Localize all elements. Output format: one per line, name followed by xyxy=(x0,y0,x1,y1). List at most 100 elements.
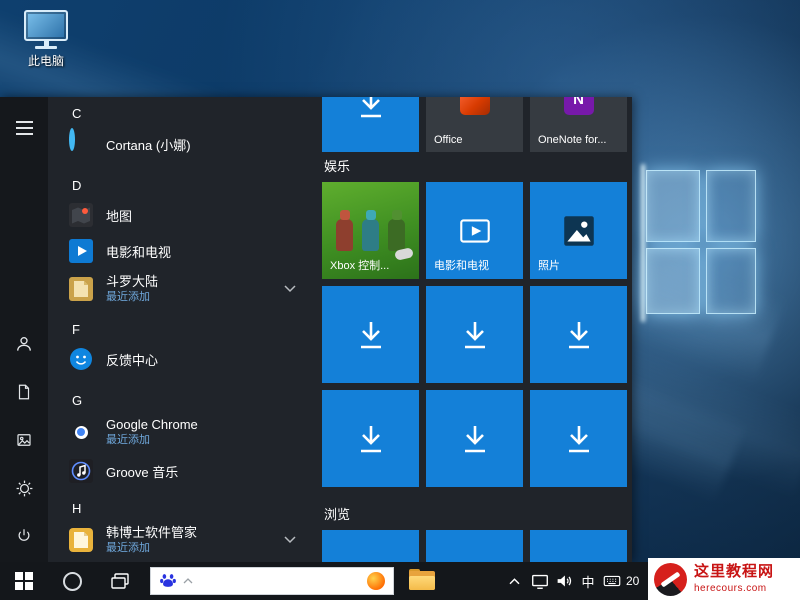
tile-pending-download[interactable] xyxy=(530,390,627,487)
watermark-site-name: 这里教程网 xyxy=(694,564,774,581)
folder-icon xyxy=(409,571,435,591)
pictures-button[interactable] xyxy=(0,416,48,464)
download-arrow-icon xyxy=(353,421,389,457)
download-arrow-icon xyxy=(561,421,597,457)
user-account-button[interactable] xyxy=(0,320,48,368)
hamburger-icon xyxy=(16,121,33,135)
recently-added-label: 最近添加 xyxy=(106,542,197,555)
chevron-down-icon[interactable] xyxy=(284,536,296,544)
tray-expand-button[interactable] xyxy=(502,562,526,600)
chrome-icon xyxy=(68,419,94,445)
network-icon xyxy=(530,571,550,591)
app-item-douluodalu[interactable]: 斗罗大陆 最近添加 xyxy=(60,269,310,309)
pictures-icon xyxy=(15,431,33,449)
app-list-letter-f[interactable]: F xyxy=(66,320,86,338)
tile-photos[interactable]: 照片 xyxy=(530,182,627,279)
start-menu-tiles: Office N OneNote for... 娱乐 Xbox 控制... xyxy=(314,97,632,562)
watermark-site-url: herecours.com xyxy=(694,583,774,594)
chevron-up-icon xyxy=(508,577,521,586)
this-pc-icon xyxy=(14,10,78,49)
chevron-down-icon[interactable] xyxy=(284,285,296,293)
settings-button[interactable] xyxy=(0,464,48,512)
tile-pending-download[interactable] xyxy=(322,390,419,487)
network-tray-button[interactable] xyxy=(528,562,552,600)
download-arrow-icon xyxy=(353,97,389,122)
gear-icon xyxy=(15,479,34,498)
xbox-avatar xyxy=(362,219,379,251)
app-list-letter-c[interactable]: C xyxy=(66,104,87,122)
tile-pending-download[interactable] xyxy=(530,286,627,383)
cortana-circle-icon xyxy=(63,572,82,591)
xbox-avatar xyxy=(336,219,353,251)
document-icon xyxy=(15,383,33,401)
app-item-cortana[interactable]: Cortana (小娜) xyxy=(60,126,310,162)
app-item-maps[interactable]: 地图 xyxy=(60,197,310,233)
tile-pending-download[interactable] xyxy=(530,530,627,562)
download-arrow-icon xyxy=(457,421,493,457)
start-button[interactable] xyxy=(0,562,48,600)
keyboard-icon xyxy=(602,571,622,591)
baidu-paw-icon xyxy=(159,572,177,590)
wallpaper-glow-edge xyxy=(641,164,645,322)
tile-group-header-entertainment[interactable]: 娱乐 xyxy=(324,156,350,175)
chevron-up-icon[interactable] xyxy=(183,578,193,584)
start-menu: C Cortana (小娜) D 地图 电影和电视 xyxy=(0,97,632,562)
tile-pending-download[interactable] xyxy=(426,286,523,383)
watermark: 这里教程网 herecours.com xyxy=(648,558,800,600)
expand-menu-button[interactable] xyxy=(0,104,48,152)
app-item-hanboshi[interactable]: 韩博士软件管家 最近添加 xyxy=(60,520,310,560)
tile-xbox[interactable]: Xbox 控制... xyxy=(322,182,419,279)
touch-keyboard-button[interactable] xyxy=(600,562,624,600)
wallpaper-windows-logo xyxy=(646,170,758,316)
tile-movies-tv[interactable]: 电影和电视 xyxy=(426,182,523,279)
xbox-avatar xyxy=(388,219,405,251)
desktop-icon-this-pc[interactable]: 此电脑 xyxy=(14,10,78,69)
app-list-letter-h[interactable]: H xyxy=(66,499,87,517)
groove-music-icon xyxy=(68,458,94,484)
cortana-taskbar-button[interactable] xyxy=(48,562,96,600)
tile-pending-download[interactable] xyxy=(322,286,419,383)
taskbar-clock[interactable]: 20 xyxy=(626,562,639,600)
app-list-letter-g[interactable]: G xyxy=(66,391,88,409)
tile-pending-download[interactable] xyxy=(322,530,419,562)
app-item-groove-music[interactable]: Groove 音乐 xyxy=(60,453,310,489)
documents-button[interactable] xyxy=(0,368,48,416)
power-button[interactable] xyxy=(0,512,48,560)
taskbar-search-box[interactable] xyxy=(150,567,394,595)
task-view-button[interactable] xyxy=(96,562,144,600)
maps-icon xyxy=(68,202,94,228)
tile-group-header-browse[interactable]: 浏览 xyxy=(324,504,350,523)
movies-tv-icon xyxy=(68,238,94,264)
office-icon xyxy=(460,97,490,115)
movies-tv-tile-icon xyxy=(456,212,494,250)
volume-tray-button[interactable] xyxy=(552,562,576,600)
onenote-icon: N xyxy=(564,97,594,115)
hanboshi-icon xyxy=(68,527,94,553)
watermark-logo xyxy=(654,563,687,596)
ime-indicator[interactable]: 中 xyxy=(576,562,600,600)
app-item-movies-tv[interactable]: 电影和电视 xyxy=(60,233,310,269)
game-controller-icon xyxy=(394,247,414,261)
tile-onenote[interactable]: N OneNote for... xyxy=(530,97,627,152)
windows-logo-icon xyxy=(15,572,33,590)
recently-added-label: 最近添加 xyxy=(106,291,158,304)
feedback-hub-icon xyxy=(68,346,94,372)
file-explorer-button[interactable] xyxy=(400,562,444,600)
photos-tile-icon xyxy=(560,212,598,250)
download-arrow-icon xyxy=(457,317,493,353)
screen: 此电脑 xyxy=(0,0,800,600)
speaker-icon xyxy=(554,571,574,591)
recently-added-label: 最近添加 xyxy=(106,434,198,447)
app-list-letter-d[interactable]: D xyxy=(66,176,87,194)
tile-pending-download[interactable] xyxy=(322,97,419,152)
tile-pending-download[interactable] xyxy=(426,530,523,562)
this-pc-label: 此电脑 xyxy=(14,52,78,69)
task-view-icon xyxy=(109,570,131,592)
tile-office[interactable]: Office xyxy=(426,97,523,152)
search-plugin-icon[interactable] xyxy=(367,572,385,590)
app-item-feedback-hub[interactable]: 反馈中心 xyxy=(60,341,310,377)
download-arrow-icon xyxy=(561,317,597,353)
tile-pending-download[interactable] xyxy=(426,390,523,487)
douluodalu-icon xyxy=(68,276,94,302)
app-item-google-chrome[interactable]: Google Chrome 最近添加 xyxy=(60,412,310,452)
